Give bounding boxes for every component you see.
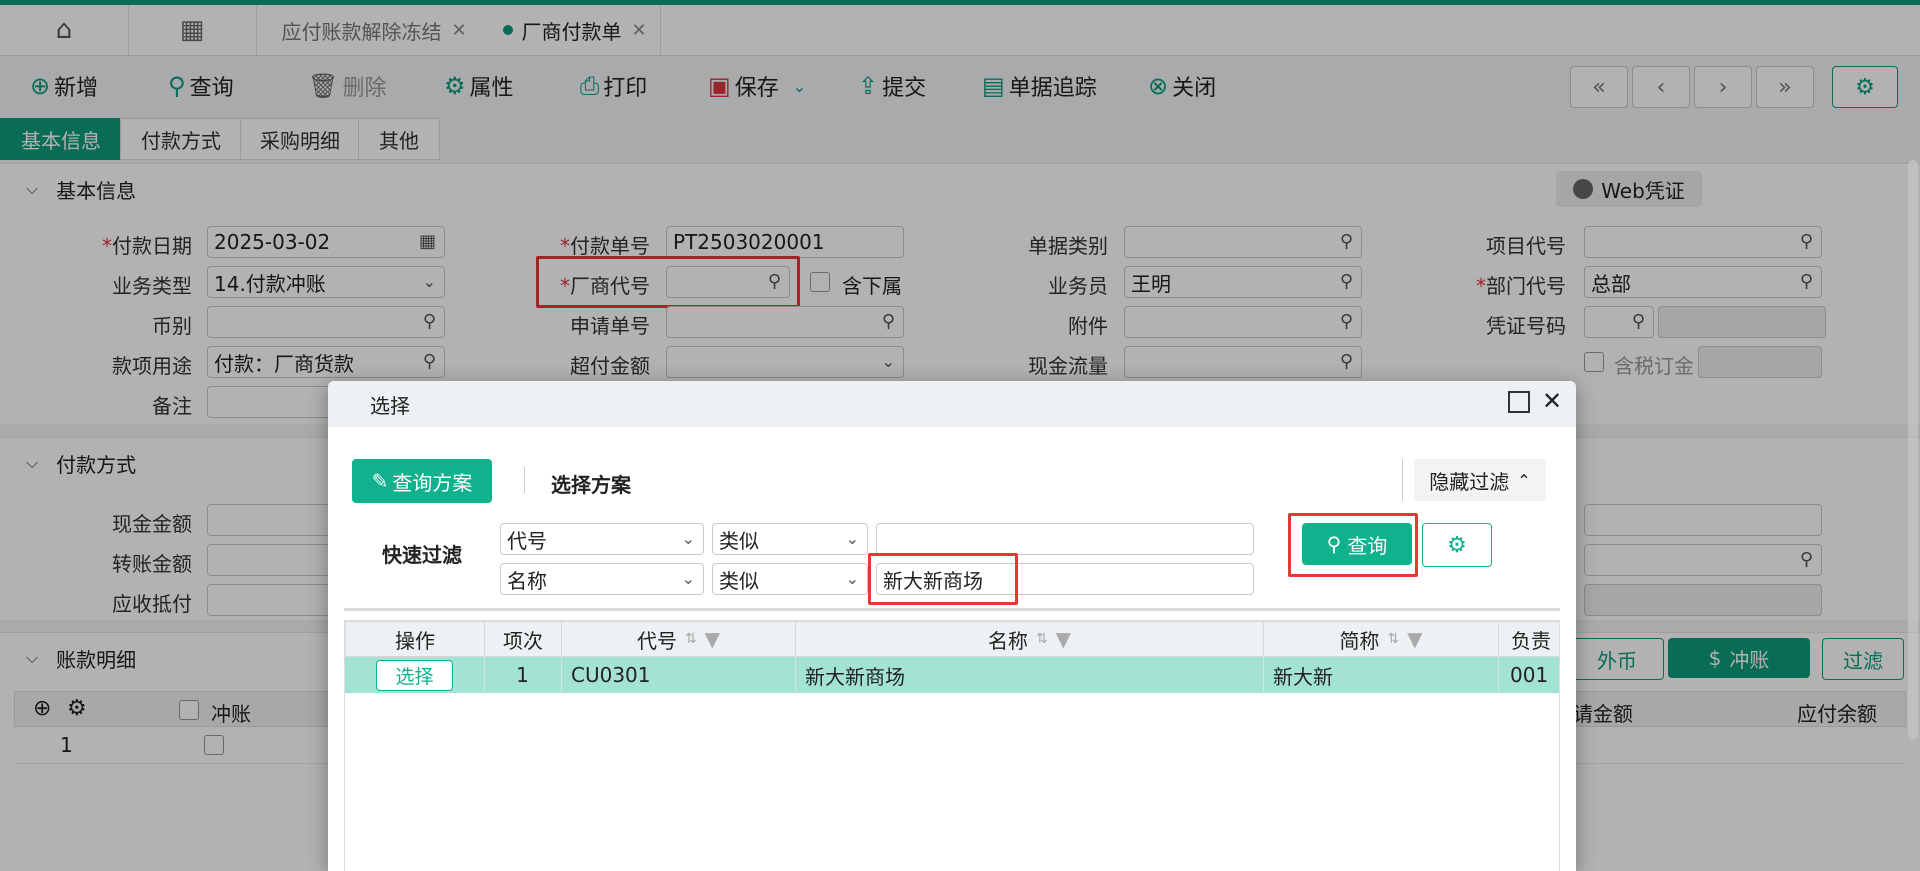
column-header-short[interactable]: 简称 ⇅ ▼ (1263, 621, 1499, 657)
column-header-action: 操作 (345, 621, 485, 657)
row-owner-cell: 001 (1510, 663, 1549, 687)
divider (344, 608, 1560, 611)
divider (1402, 459, 1403, 501)
chevron-down-icon: ⌄ (845, 529, 859, 548)
select-dialog: 选择 ✕ ✎ 查询方案 选择方案 隐藏过滤 ⌃ 快速过滤 代号 ⌄ 类似 ⌄ 名称 ⌄ 类… (328, 381, 1576, 871)
wrench-icon: ✎ (371, 469, 389, 493)
table-row[interactable]: 选择 1 CU0301 新大新商场 新大新 001 (345, 657, 1559, 693)
filter1-op-select[interactable]: 类似 ⌄ (712, 523, 868, 555)
dialog-titlebar: 选择 ✕ (328, 381, 1576, 427)
column-header-index: 项次 (484, 621, 562, 657)
hide-filter-label: 隐藏过滤 (1429, 469, 1510, 494)
select-plan-label: 选择方案 (551, 473, 631, 497)
divider (524, 467, 525, 493)
sort-icon[interactable]: ⇅ (1387, 631, 1399, 647)
chevron-down-icon: ⌄ (681, 569, 695, 588)
short-header-label: 简称 (1339, 628, 1380, 653)
hide-filter-button[interactable]: 隐藏过滤 ⌃ (1414, 459, 1546, 501)
highlight-box (868, 553, 1018, 605)
quick-filter-label: 快速过滤 (382, 543, 462, 567)
chevron-up-icon: ⌃ (1517, 470, 1531, 490)
row-name-cell: 新大新商场 (795, 657, 1264, 693)
row-short-cell: 新大新 (1263, 657, 1499, 693)
filter1-field-select[interactable]: 代号 ⌄ (500, 523, 704, 555)
close-icon[interactable]: ✕ (1542, 387, 1562, 415)
chevron-down-icon: ⌄ (845, 569, 859, 588)
column-header-name[interactable]: 名称 ⇅ ▼ (795, 621, 1264, 657)
code-header-label: 代号 (636, 628, 677, 653)
result-grid: 操作 项次 代号 ⇅ ▼ 名称 ⇅ ▼ 简称 ⇅ ▼ 负责 选择 1 CU0301 新大新商… (344, 620, 1560, 871)
filter1-value-input[interactable] (876, 523, 1254, 555)
filter-settings-button[interactable]: ⚙ (1422, 523, 1492, 567)
filter2-field-select[interactable]: 名称 ⌄ (500, 563, 704, 595)
row-index-cell: 1 (484, 657, 562, 693)
page-scrollbar[interactable] (1908, 160, 1918, 740)
column-header-owner: 负责 (1498, 621, 1559, 657)
gear-icon: ⚙ (1447, 532, 1467, 558)
name-header-label: 名称 (987, 628, 1028, 653)
filter2-op-select[interactable]: 类似 ⌄ (712, 563, 868, 595)
select-row-button[interactable]: 选择 (376, 659, 453, 691)
highlight-box (1288, 513, 1418, 577)
maximize-icon[interactable] (1508, 391, 1530, 413)
sort-icon[interactable]: ⇅ (685, 631, 697, 647)
query-plan-button[interactable]: ✎ 查询方案 (352, 459, 492, 503)
dialog-title: 选择 (370, 393, 410, 418)
row-code-cell: CU0301 (561, 657, 796, 693)
sort-icon[interactable]: ⇅ (1036, 631, 1048, 647)
row-action-cell: 选择 (345, 657, 485, 693)
filter-icon[interactable]: ▼ (1407, 627, 1422, 651)
filter-icon[interactable]: ▼ (705, 627, 720, 651)
filter-icon[interactable]: ▼ (1056, 627, 1071, 651)
chevron-down-icon: ⌄ (681, 529, 695, 548)
column-header-code[interactable]: 代号 ⇅ ▼ (561, 621, 796, 657)
query-plan-label: 查询方案 (392, 470, 473, 495)
